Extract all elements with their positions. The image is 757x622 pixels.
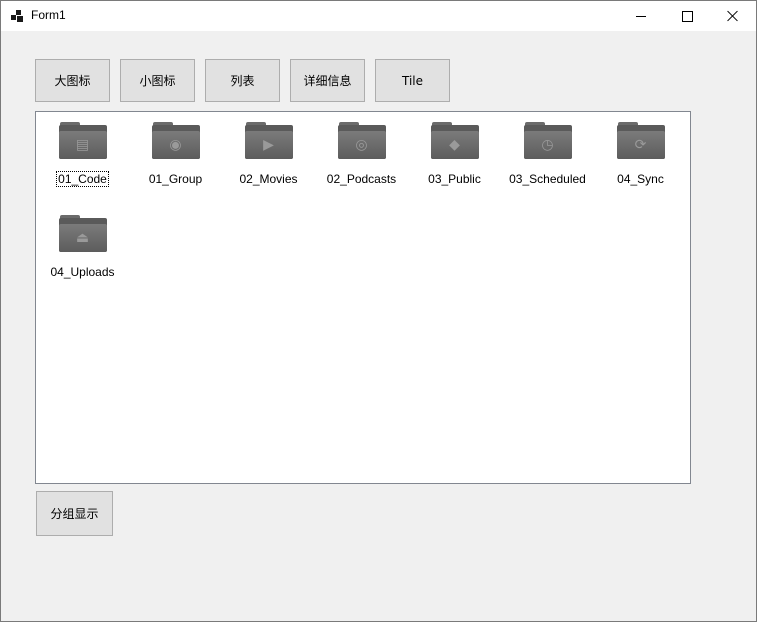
list-view[interactable]: ▤ 01_Code ◉ 01_Group ▶ 02_Movies ◎ 02_Podcasts ◆… bbox=[35, 111, 691, 484]
details-button[interactable]: 详细信息 bbox=[290, 59, 365, 102]
list-item-label: 01_Code bbox=[56, 171, 109, 187]
list-item[interactable]: ▤ 01_Code bbox=[36, 112, 129, 192]
scheduled-folder-icon: ◷ bbox=[523, 122, 572, 160]
uploads-folder-icon: ⏏ bbox=[58, 215, 107, 253]
main-window: Form1 大图标 小图标 列表 详细信息 Tile ▤ 01_Code ◉ 01_G… bbox=[0, 0, 757, 622]
list-item-label: 03_Public bbox=[428, 172, 481, 186]
maximize-button[interactable] bbox=[664, 1, 710, 31]
public-folder-icon: ◆ bbox=[430, 122, 479, 160]
list-item[interactable]: ◷ 03_Scheduled bbox=[501, 112, 594, 192]
group-folder-icon: ◉ bbox=[151, 122, 200, 160]
list-button[interactable]: 列表 bbox=[205, 59, 280, 102]
sync-folder-icon: ⟳ bbox=[616, 122, 665, 160]
title-bar[interactable]: Form1 bbox=[1, 1, 756, 31]
minimize-icon bbox=[636, 15, 646, 17]
close-button[interactable] bbox=[710, 1, 756, 31]
app-icon bbox=[11, 10, 25, 22]
list-item[interactable]: ⏏ 04_Uploads bbox=[36, 205, 129, 285]
list-item-label: 01_Group bbox=[148, 172, 203, 186]
list-item-label: 02_Movies bbox=[239, 172, 298, 186]
large-icon-button[interactable]: 大图标 bbox=[35, 59, 110, 102]
list-item-label: 02_Podcasts bbox=[326, 172, 397, 186]
list-item[interactable]: ◆ 03_Public bbox=[408, 112, 501, 192]
list-item[interactable]: ▶ 02_Movies bbox=[222, 112, 315, 192]
code-folder-icon: ▤ bbox=[58, 122, 107, 160]
tile-button[interactable]: Tile bbox=[375, 59, 450, 102]
small-icon-button[interactable]: 小图标 bbox=[120, 59, 195, 102]
movies-folder-icon: ▶ bbox=[244, 122, 293, 160]
list-item-label: 03_Scheduled bbox=[509, 172, 586, 186]
group-display-button[interactable]: 分组显示 bbox=[36, 491, 113, 536]
list-item[interactable]: ◎ 02_Podcasts bbox=[315, 112, 408, 192]
window-title: Form1 bbox=[31, 8, 66, 22]
list-item-label: 04_Sync bbox=[617, 172, 664, 186]
list-item-label: 04_Uploads bbox=[50, 265, 115, 279]
close-icon bbox=[727, 10, 739, 22]
minimize-button[interactable] bbox=[618, 1, 664, 31]
podcasts-folder-icon: ◎ bbox=[337, 122, 386, 160]
list-item[interactable]: ⟳ 04_Sync bbox=[594, 112, 687, 192]
list-item[interactable]: ◉ 01_Group bbox=[129, 112, 222, 192]
maximize-icon bbox=[681, 10, 693, 22]
